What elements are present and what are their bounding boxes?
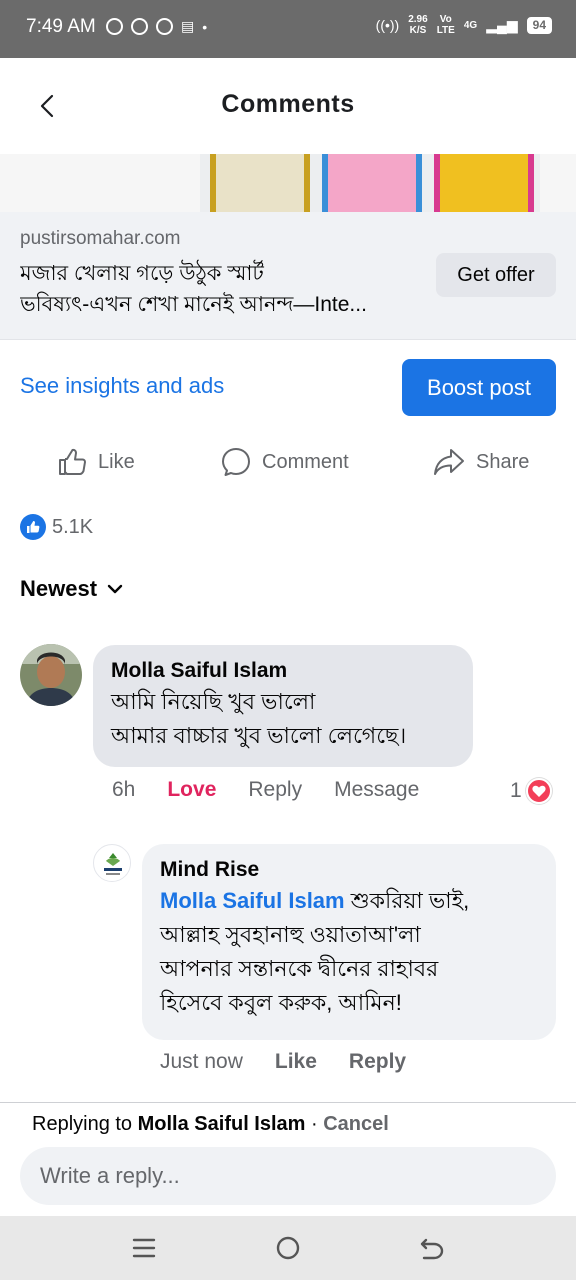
recents-icon xyxy=(132,1238,156,1258)
speed-unit: K/S xyxy=(409,25,427,36)
reply-time: Just now xyxy=(160,1050,243,1073)
chat-icon xyxy=(131,18,148,35)
system-nav-bar xyxy=(0,1216,576,1280)
speed-value: 2.96 xyxy=(408,14,428,25)
ad-link-card[interactable]: pustirsomahar.com মজার খেলায় গড়ে উঠুক … xyxy=(0,212,576,340)
get-offer-button[interactable]: Get offer xyxy=(436,253,556,297)
reply-input[interactable] xyxy=(20,1147,556,1205)
ad-image-card xyxy=(210,154,310,212)
ad-image-wall xyxy=(0,154,200,212)
like-label: Like xyxy=(98,450,135,473)
reply-composer: Replying to Molla Saiful Islam · Cancel xyxy=(0,1102,576,1216)
replying-name: Molla Saiful Islam xyxy=(137,1113,306,1135)
app-header: Comments xyxy=(0,58,576,154)
chevron-down-icon xyxy=(107,584,123,594)
share-icon xyxy=(434,449,464,475)
page-avatar[interactable] xyxy=(93,844,131,882)
comment-icon xyxy=(222,448,250,476)
more-dot-icon: • xyxy=(202,18,208,35)
status-right: ((•)) 2.96 K/S Vo LTE 4G ▂▄▆ 94 xyxy=(376,14,552,36)
volte-top: Vo xyxy=(439,14,452,25)
reaction-count: 5.1K xyxy=(52,515,94,538)
replying-to-bar: Replying to Molla Saiful Islam · Cancel xyxy=(32,1113,389,1136)
comment-reaction-count[interactable]: 1 xyxy=(510,778,552,804)
network-type: 4G xyxy=(463,19,478,31)
avatar[interactable] xyxy=(20,644,82,706)
reply-bubble[interactable]: Mind Rise Molla Saiful Islam শুকরিয়া ভা… xyxy=(142,844,556,1040)
ad-image-edge xyxy=(540,154,576,212)
comment-text: আমার বাচ্চার খুব ভালো লেগেছে। xyxy=(111,723,407,748)
reply-text: আপনার সন্তানকে দ্বীনের রাহাবর xyxy=(160,956,439,981)
status-time: 7:49 AM xyxy=(26,16,96,37)
love-reaction-button[interactable]: Love xyxy=(167,778,216,802)
see-insights-link[interactable]: See insights and ads xyxy=(20,373,224,399)
ad-headline: মজার খেলায় গড়ে উঠুক স্মার্ট ভবিষ্যৎ-এখ… xyxy=(20,258,430,320)
reply-text: Molla Saiful Islam শুকরিয়া ভাই, xyxy=(160,884,538,918)
comment-author[interactable]: Molla Saiful Islam xyxy=(111,657,455,685)
comment-meta: 6h Love Reply Message xyxy=(112,778,451,802)
reply-text: হিসেবে কবুল করুক, আমিন! xyxy=(160,990,402,1015)
ad-headline-line: ভবিষ্যৎ-এখন শেখা মানেই আনন্দ—Inte... xyxy=(20,293,367,316)
back-arrow-icon xyxy=(420,1238,444,1260)
comment-label: Comment xyxy=(262,450,349,473)
battery-icon: 94 xyxy=(526,16,552,34)
signal-icon: ▂▄▆ xyxy=(486,16,518,33)
comment-bubble[interactable]: Molla Saiful Islam আমি নিয়েছি খুব ভালো … xyxy=(93,645,473,767)
status-bar: 7:49 AM ▤ • ((•)) 2.96 K/S Vo LTE 4G ▂▄▆… xyxy=(0,0,576,58)
boost-post-button[interactable]: Boost post xyxy=(402,359,556,416)
back-nav-button[interactable] xyxy=(416,1232,448,1264)
sort-dropdown[interactable]: Newest xyxy=(20,576,123,602)
mind-rise-logo-icon xyxy=(95,846,130,881)
volte-indicator: Vo LTE xyxy=(437,14,455,36)
reply-meta: Just now Like Reply xyxy=(160,1050,438,1074)
reply-button[interactable]: Reply xyxy=(248,778,302,802)
share-label: Share xyxy=(476,450,530,473)
ad-headline-line: মজার খেলায় গড়ে উঠুক স্মার্ট xyxy=(20,262,264,285)
network-speed: 2.96 K/S xyxy=(408,14,427,36)
thumbs-up-icon xyxy=(59,448,86,475)
heart-shape xyxy=(532,785,546,797)
home-circle-icon xyxy=(276,1236,300,1260)
messenger-icon xyxy=(106,18,123,35)
sync-icon xyxy=(156,18,173,35)
user-photo-icon xyxy=(20,644,82,706)
share-button[interactable]: Share xyxy=(432,446,529,478)
hotspot-icon: ((•)) xyxy=(375,16,400,33)
notification-icons: ▤ • xyxy=(106,18,207,35)
ad-image[interactable] xyxy=(0,154,576,212)
post-actions-row: Like Comment Share xyxy=(0,440,576,490)
reply-text: আল্লাহ সুবহানাহু ওয়াতাআ'লা xyxy=(160,922,421,947)
mention-link[interactable]: Molla Saiful Islam xyxy=(160,888,345,913)
message-button[interactable]: Message xyxy=(334,778,419,802)
home-button[interactable] xyxy=(272,1232,304,1264)
volte-bottom: LTE xyxy=(436,25,455,36)
heart-icon xyxy=(525,778,552,804)
comment-text: আমি নিয়েছি খুব ভালো xyxy=(111,689,316,714)
sort-label: Newest xyxy=(20,576,98,601)
reply-reply-button[interactable]: Reply xyxy=(349,1050,406,1074)
message-icon: ▤ xyxy=(181,18,195,34)
reply-like-button[interactable]: Like xyxy=(275,1050,317,1074)
replying-prefix: Replying to xyxy=(32,1113,138,1135)
comment-time: 6h xyxy=(112,778,136,801)
comment-button[interactable]: Comment xyxy=(220,446,349,478)
ad-image-card xyxy=(434,154,534,212)
reaction-summary[interactable]: 5.1K xyxy=(20,514,93,540)
reply-author[interactable]: Mind Rise xyxy=(160,856,538,884)
like-button[interactable]: Like xyxy=(56,446,135,478)
thumbs-up-icon xyxy=(27,520,40,533)
recents-button[interactable] xyxy=(128,1232,160,1264)
like-reaction-icon xyxy=(20,514,46,540)
replying-separator: · xyxy=(305,1113,324,1135)
page-title: Comments xyxy=(221,90,355,118)
ad-domain: pustirsomahar.com xyxy=(20,228,181,249)
cancel-reply-button[interactable]: Cancel xyxy=(323,1113,389,1135)
reply-text-part: শুকরিয়া ভাই, xyxy=(344,888,470,913)
reaction-number: 1 xyxy=(510,779,522,802)
ad-image-card xyxy=(322,154,422,212)
